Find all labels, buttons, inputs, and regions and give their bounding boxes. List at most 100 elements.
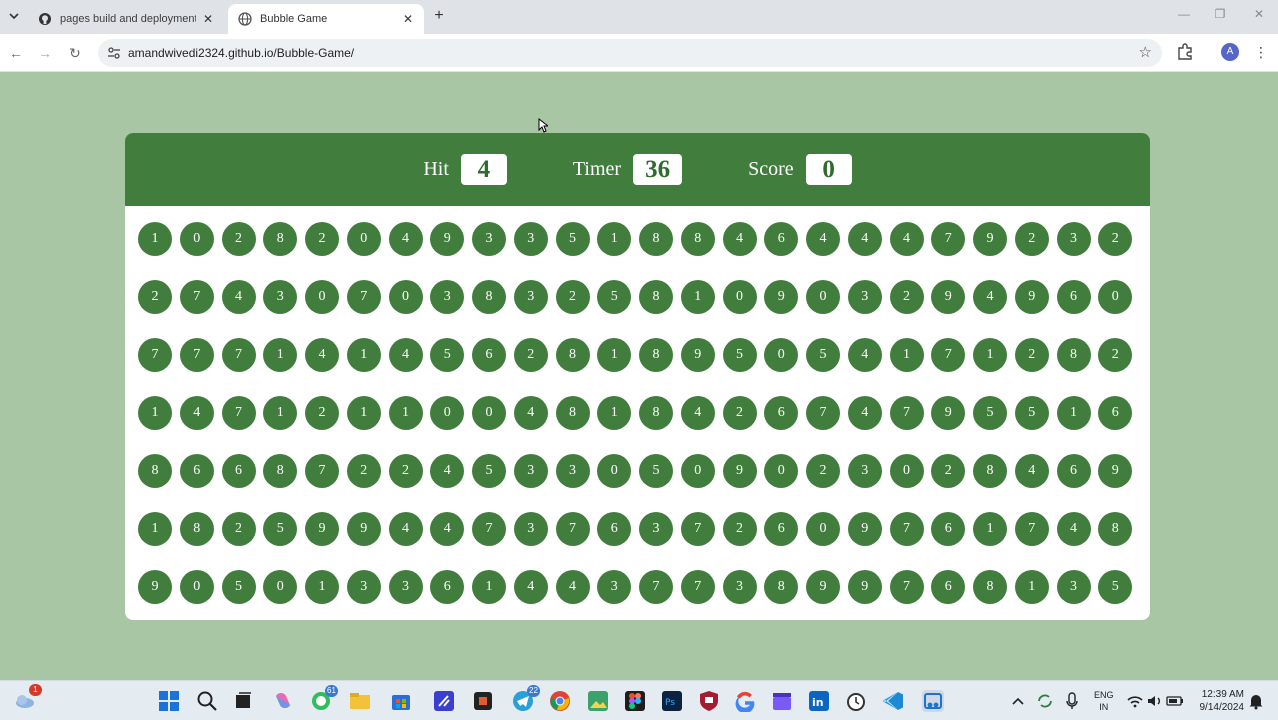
bubble[interactable]: 6 bbox=[764, 396, 799, 430]
bubble[interactable]: 4 bbox=[806, 222, 840, 256]
snipping-tool-icon[interactable] bbox=[922, 690, 944, 712]
bubble[interactable]: 0 bbox=[305, 280, 339, 314]
bubble[interactable]: 7 bbox=[931, 338, 966, 372]
bubble[interactable]: 8 bbox=[973, 570, 1007, 604]
bubble[interactable]: 3 bbox=[346, 570, 381, 604]
bubble[interactable]: 9 bbox=[847, 512, 882, 546]
bubble[interactable]: 3 bbox=[513, 512, 548, 546]
bubble[interactable]: 0 bbox=[806, 512, 840, 546]
vscode-icon[interactable] bbox=[882, 690, 904, 712]
bubble[interactable]: 9 bbox=[722, 454, 757, 488]
bubble[interactable]: 4 bbox=[430, 512, 465, 546]
bubble[interactable]: 1 bbox=[597, 222, 632, 256]
chrome-icon[interactable] bbox=[549, 690, 571, 712]
bubble[interactable]: 0 bbox=[722, 280, 757, 314]
bubble[interactable]: 5 bbox=[722, 338, 757, 372]
bubble[interactable]: 2 bbox=[138, 280, 172, 314]
whatsapp-icon[interactable]: 61 bbox=[310, 685, 338, 712]
bubble[interactable]: 7 bbox=[555, 512, 590, 546]
bubble[interactable]: 8 bbox=[639, 280, 673, 314]
bubble[interactable]: 9 bbox=[1098, 454, 1133, 488]
language-indicator[interactable]: ENG IN bbox=[1094, 689, 1114, 713]
bubble[interactable]: 4 bbox=[305, 338, 339, 372]
extensions-icon[interactable] bbox=[1176, 42, 1198, 64]
bubble[interactable]: 0 bbox=[597, 454, 632, 488]
bubble[interactable]: 7 bbox=[680, 570, 715, 604]
bubble[interactable]: 3 bbox=[513, 222, 548, 256]
bubble[interactable]: 6 bbox=[1098, 396, 1133, 430]
bubble[interactable]: 6 bbox=[1056, 454, 1091, 488]
site-settings-icon[interactable] bbox=[106, 45, 122, 61]
bubble[interactable]: 2 bbox=[1014, 338, 1049, 372]
bubble[interactable]: 9 bbox=[346, 512, 381, 546]
bubble[interactable]: 6 bbox=[430, 570, 465, 604]
bubble[interactable]: 1 bbox=[973, 338, 1007, 372]
bubble[interactable]: 0 bbox=[430, 396, 465, 430]
bubble[interactable]: 2 bbox=[555, 280, 590, 314]
bubble[interactable]: 0 bbox=[764, 338, 799, 372]
bubble[interactable]: 4 bbox=[221, 280, 256, 314]
copilot-icon[interactable] bbox=[272, 690, 294, 712]
bubble[interactable]: 3 bbox=[847, 454, 882, 488]
bubble[interactable]: 4 bbox=[722, 222, 757, 256]
bubble[interactable]: 6 bbox=[179, 454, 214, 488]
bubble[interactable]: 4 bbox=[388, 512, 423, 546]
bubble[interactable]: 7 bbox=[889, 396, 924, 430]
bubble[interactable]: 7 bbox=[889, 570, 924, 604]
bubble[interactable]: 7 bbox=[179, 338, 214, 372]
bubble[interactable]: 8 bbox=[973, 454, 1007, 488]
bubble[interactable]: 7 bbox=[305, 454, 339, 488]
bubble[interactable]: 1 bbox=[346, 396, 381, 430]
bubble[interactable]: 9 bbox=[764, 280, 799, 314]
bubble[interactable]: 1 bbox=[973, 512, 1007, 546]
microphone-icon[interactable] bbox=[1064, 690, 1080, 712]
bubble[interactable]: 5 bbox=[1098, 570, 1133, 604]
bubble[interactable]: 4 bbox=[1056, 512, 1091, 546]
bubble[interactable]: 2 bbox=[221, 222, 256, 256]
bubble[interactable]: 8 bbox=[1098, 512, 1133, 546]
photoshop-icon[interactable]: Ps bbox=[661, 690, 683, 712]
editor-app-icon[interactable] bbox=[433, 690, 455, 712]
close-window-icon[interactable]: ✕ bbox=[1249, 7, 1269, 21]
bubble[interactable]: 2 bbox=[722, 512, 757, 546]
google-icon[interactable] bbox=[734, 690, 756, 714]
bubble[interactable]: 8 bbox=[179, 512, 214, 546]
bubble[interactable]: 0 bbox=[179, 570, 214, 604]
bubble[interactable]: 3 bbox=[513, 280, 548, 314]
notification-bell-icon[interactable] bbox=[1248, 690, 1264, 712]
shield-app-icon[interactable] bbox=[698, 690, 720, 712]
bubble[interactable]: 5 bbox=[555, 222, 590, 256]
bubble[interactable]: 4 bbox=[847, 338, 882, 372]
bubble[interactable]: 0 bbox=[889, 454, 924, 488]
bubble[interactable]: 4 bbox=[555, 570, 590, 604]
bubble[interactable]: 6 bbox=[1056, 280, 1091, 314]
bubble[interactable]: 9 bbox=[931, 396, 966, 430]
bubble[interactable]: 1 bbox=[597, 338, 632, 372]
bubble[interactable]: 2 bbox=[1098, 222, 1133, 256]
bubble[interactable]: 0 bbox=[263, 570, 298, 604]
weather-icon[interactable]: 1 bbox=[14, 684, 42, 711]
photos-icon[interactable] bbox=[587, 690, 609, 712]
bookmark-star-icon[interactable]: ☆ bbox=[1139, 43, 1152, 61]
tab-pages-build[interactable]: pages build and deployment · A ✕ bbox=[28, 4, 224, 34]
bubble[interactable]: 6 bbox=[472, 338, 506, 372]
bubble[interactable]: 0 bbox=[764, 454, 799, 488]
bubble[interactable]: 7 bbox=[639, 570, 673, 604]
bubble[interactable]: 6 bbox=[221, 454, 256, 488]
restore-icon[interactable]: ❐ bbox=[1210, 7, 1230, 21]
search-icon[interactable] bbox=[196, 690, 218, 712]
bubble[interactable]: 2 bbox=[346, 454, 381, 488]
bubble[interactable]: 4 bbox=[430, 454, 465, 488]
bubble[interactable]: 1 bbox=[138, 222, 172, 256]
bubble[interactable]: 1 bbox=[597, 396, 632, 430]
bubble[interactable]: 3 bbox=[597, 570, 632, 604]
bubble[interactable]: 8 bbox=[1056, 338, 1091, 372]
chevron-up-icon[interactable] bbox=[1010, 690, 1026, 712]
bubble[interactable]: 1 bbox=[680, 280, 715, 314]
bubble[interactable]: 2 bbox=[305, 396, 339, 430]
bubble[interactable]: 3 bbox=[555, 454, 590, 488]
bubble[interactable]: 1 bbox=[263, 396, 298, 430]
bubble[interactable]: 4 bbox=[847, 396, 882, 430]
bubble[interactable]: 2 bbox=[889, 280, 924, 314]
tab-search-button[interactable] bbox=[4, 6, 24, 26]
